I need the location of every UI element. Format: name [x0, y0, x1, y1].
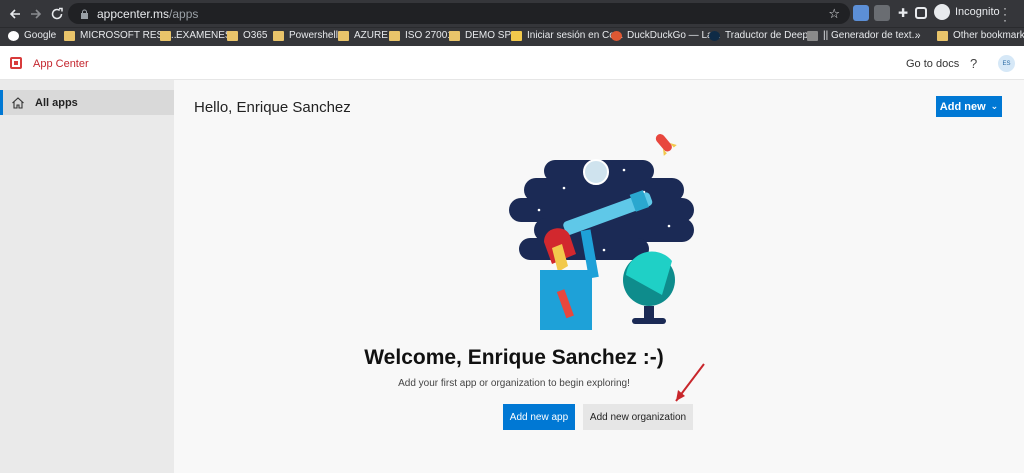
- bookmark-demo-sp[interactable]: DEMO SP: [449, 30, 511, 41]
- lock-icon: [81, 9, 88, 19]
- bookmarks-bar: Google MICROSOFT RESO... EXAMENES O365 P…: [0, 27, 1024, 46]
- moon-icon: [583, 159, 609, 185]
- page-icon: [807, 30, 818, 41]
- chevron-down-icon: ⌄: [990, 101, 999, 111]
- page-icon: [511, 30, 522, 41]
- bookmark-label: DEMO SP: [465, 30, 512, 41]
- reload-icon[interactable]: [46, 3, 68, 25]
- folder-icon: [449, 30, 460, 41]
- bookmark-deepl[interactable]: Traductor de DeepL: [709, 30, 814, 41]
- puzzle-icon[interactable]: ✚: [895, 5, 911, 21]
- duckduckgo-icon: [611, 30, 622, 41]
- url-text: appcenter.ms/apps: [97, 7, 198, 21]
- incognito-label: Incognito: [955, 6, 1000, 18]
- back-icon[interactable]: [4, 3, 26, 25]
- active-indicator: [0, 90, 3, 115]
- globe-icon: [623, 251, 675, 324]
- bookmark-label: Google: [24, 30, 57, 41]
- home-icon: [12, 96, 24, 109]
- browser-toolbar: appcenter.ms/apps ☆ ✚ Incognito · · ·: [0, 0, 1024, 27]
- bookmark-iso27001[interactable]: ISO 27001: [389, 30, 453, 41]
- add-new-app-button[interactable]: Add new app: [503, 404, 575, 430]
- bookmark-iniciar-sesion[interactable]: Iniciar sesión en Co...: [511, 30, 623, 41]
- google-icon: [8, 30, 19, 41]
- main-content: Hello, Enrique Sanchez Add new ⌄ Welcome…: [174, 80, 1024, 473]
- camera-extension-icon[interactable]: [874, 5, 890, 21]
- rocket-icon: [655, 134, 677, 156]
- bookmark-label: DuckDuckGo — La...: [627, 30, 721, 41]
- bookmark-label: O365: [243, 30, 268, 41]
- app-center-logo-icon[interactable]: [10, 57, 22, 69]
- sidebar-item-label: All apps: [35, 96, 78, 109]
- brand-name[interactable]: App Center: [33, 58, 89, 70]
- url-host: appcenter.ms: [97, 6, 170, 21]
- bookmark-label: EXAMENES: [176, 30, 232, 41]
- folder-icon: [937, 30, 948, 41]
- folder-icon: [64, 30, 75, 41]
- avatar[interactable]: ES: [998, 55, 1015, 72]
- app-header: App Center Go to docs ? ES: [0, 46, 1024, 80]
- folder-icon: [389, 30, 400, 41]
- go-to-docs-link[interactable]: Go to docs: [906, 58, 959, 70]
- add-new-label: Add new: [939, 100, 986, 113]
- folder-icon: [227, 30, 238, 41]
- bookmarks-overflow-button[interactable]: »: [915, 30, 921, 41]
- bookmark-label: AZURE: [354, 30, 388, 41]
- bookmark-label: Iniciar sesión en Co...: [527, 30, 624, 41]
- bookmark-label: ISO 27001: [405, 30, 453, 41]
- bookmark-google[interactable]: Google: [8, 30, 56, 41]
- incognito-icon: [934, 4, 950, 20]
- bookmark-label: Other bookmarks: [953, 30, 1024, 41]
- bookmark-o365[interactable]: O365: [227, 30, 267, 41]
- folder-icon: [338, 30, 349, 41]
- bookmark-examenes[interactable]: EXAMENES: [160, 30, 232, 41]
- person-figure: [540, 228, 599, 330]
- folder-icon: [160, 30, 171, 41]
- bookmark-label: Powershell: [289, 30, 338, 41]
- page-title: Hello, Enrique Sanchez: [194, 99, 351, 116]
- bookmark-label: Traductor de DeepL: [725, 30, 814, 41]
- bookmark-azure[interactable]: AZURE: [338, 30, 388, 41]
- welcome-heading: Welcome, Enrique Sanchez :-): [364, 346, 664, 369]
- url-path: /apps: [169, 6, 199, 21]
- bookmark-generador[interactable]: || Generador de text...: [807, 30, 920, 41]
- welcome-illustration: [509, 134, 694, 330]
- bookmark-other[interactable]: Other bookmarks: [937, 30, 1024, 41]
- side-panel-icon[interactable]: [915, 7, 927, 19]
- sidebar: All apps: [0, 80, 174, 473]
- incognito-badge[interactable]: Incognito: [934, 4, 1000, 20]
- folder-icon: [273, 30, 284, 41]
- bookmark-label: »: [915, 30, 921, 41]
- bookmark-label: || Generador de text...: [823, 30, 920, 41]
- welcome-subtext: Add your first app or organization to be…: [398, 378, 630, 389]
- extension-icon[interactable]: [853, 5, 869, 21]
- red-arrow-annotation-icon: [675, 363, 705, 402]
- bookmark-star-icon[interactable]: ☆: [828, 6, 840, 22]
- bookmark-duckduckgo[interactable]: DuckDuckGo — La...: [611, 30, 721, 41]
- add-new-button[interactable]: Add new ⌄: [936, 96, 1002, 117]
- sidebar-item-all-apps[interactable]: All apps: [0, 90, 174, 115]
- address-bar[interactable]: appcenter.ms/apps ☆: [68, 3, 850, 24]
- bookmark-powershell[interactable]: Powershell: [273, 30, 338, 41]
- deepl-icon: [709, 30, 720, 41]
- browser-menu-icon[interactable]: · · ·: [1003, 2, 1007, 26]
- help-icon[interactable]: ?: [970, 56, 977, 71]
- forward-icon[interactable]: [25, 3, 47, 25]
